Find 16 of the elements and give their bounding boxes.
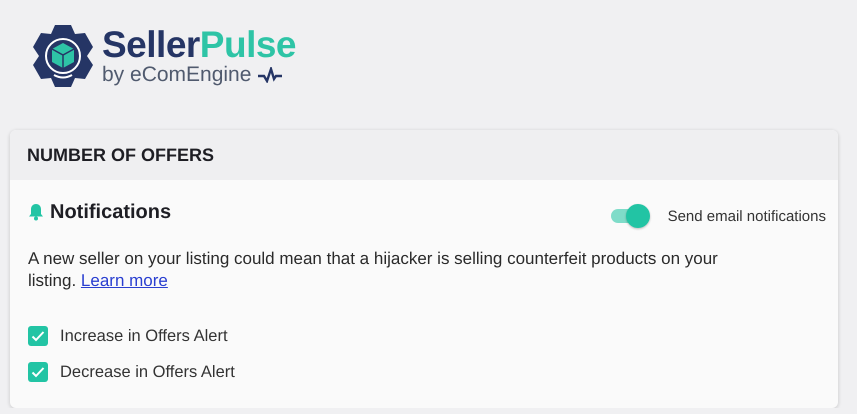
check-icon: [31, 330, 45, 342]
logo-icon: [30, 23, 96, 89]
bell-icon: [28, 203, 44, 221]
section-heading: Notifications: [50, 200, 172, 224]
learn-more-link[interactable]: Learn more: [80, 271, 168, 290]
pulse-icon: [257, 67, 284, 83]
card-title: NUMBER OF OFFERS: [27, 144, 214, 166]
toggle-label: Send email notifications: [668, 208, 826, 224]
checkbox[interactable]: [28, 326, 48, 346]
brand-name: SellerPulse: [102, 25, 296, 65]
description-text: A new seller on your listing could mean that a hijacker is selling counterfeit products on your listing. Learn more: [28, 248, 719, 292]
checkbox[interactable]: [28, 362, 48, 382]
checkbox-label: Decrease in Offers Alert: [60, 362, 235, 382]
check-icon: [31, 366, 45, 378]
brand-tagline: by eComEngine: [102, 63, 252, 87]
checkbox-label: Increase in Offers Alert: [60, 326, 228, 346]
